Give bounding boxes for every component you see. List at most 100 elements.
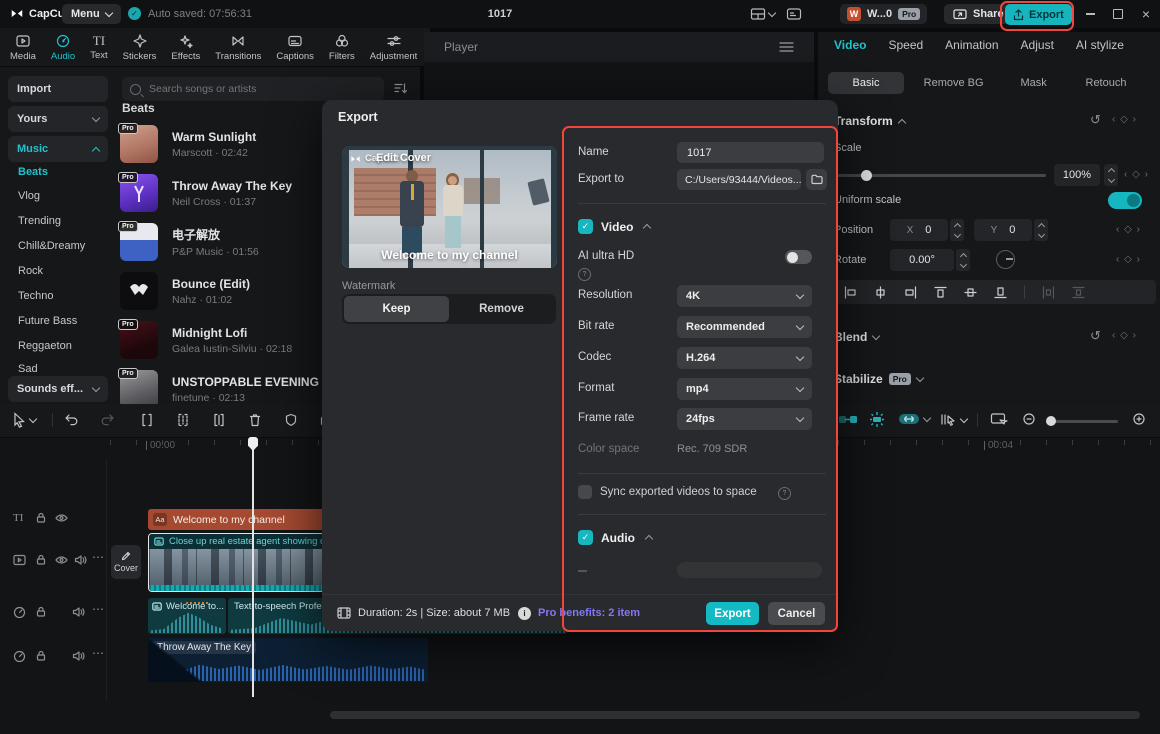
preview-axis-button[interactable] (990, 412, 1008, 427)
export-preview-thumbnail[interactable]: CapCut Edit Cover Welcome to my channel (342, 146, 557, 268)
browse-folder-button[interactable] (806, 169, 827, 190)
timeline-scrollbar[interactable] (330, 711, 1140, 719)
sidebar-item-beats[interactable]: Beats (18, 166, 48, 178)
redo-button[interactable] (100, 413, 115, 427)
tab-ai-stylize[interactable]: AI stylize (1076, 38, 1124, 52)
ribbon-captions[interactable]: Captions (276, 33, 314, 62)
watermark-keep-button[interactable]: Keep (344, 296, 449, 322)
watermark-remove-button[interactable]: Remove (449, 296, 554, 322)
undo-button[interactable] (64, 413, 79, 427)
transform-reset-icon[interactable] (1090, 112, 1101, 128)
lock-icon[interactable] (35, 512, 47, 527)
ribbon-adjustment[interactable]: Adjustment (370, 33, 417, 62)
scale-stepper[interactable] (1104, 164, 1118, 186)
link-clips-button[interactable] (898, 412, 932, 426)
sidebar-item-vlog[interactable]: Vlog (18, 190, 40, 202)
magnetic-snap-button[interactable] (838, 412, 858, 427)
lock-icon[interactable] (35, 606, 47, 621)
ribbon-stickers[interactable]: Stickers (123, 33, 156, 62)
mask-tool-button[interactable] (284, 413, 298, 427)
uniform-scale-toggle[interactable] (1108, 192, 1142, 209)
player-menu-icon[interactable] (779, 41, 794, 53)
export-path-field[interactable]: C:/Users/93444/Videos... (677, 169, 801, 190)
ribbon-transitions[interactable]: Transitions (215, 33, 261, 62)
sidebar-item-future-bass[interactable]: Future Bass (18, 315, 77, 327)
sort-icon[interactable] (394, 82, 408, 98)
maximize-button[interactable] (1110, 6, 1126, 22)
audio-clip-tts-1[interactable]: Welcome to... (148, 598, 226, 634)
zoom-in-button[interactable] (1132, 412, 1147, 427)
collapse-icon[interactable] (642, 223, 652, 233)
tab-speed[interactable]: Speed (888, 38, 923, 52)
ribbon-effects[interactable]: Effects (171, 33, 200, 62)
align-right-icon[interactable] (904, 285, 917, 299)
ribbon-audio[interactable]: Audio (51, 33, 75, 62)
eye-icon[interactable] (55, 512, 68, 527)
tab-adjust[interactable]: Adjust (1021, 38, 1054, 52)
sync-checkbox[interactable] (578, 485, 592, 499)
distribute-horizontal-icon[interactable] (1042, 285, 1055, 299)
bitrate-dropdown[interactable]: Recommended (677, 316, 812, 338)
audio-clip-music[interactable]: Throw Away The Key (148, 638, 428, 682)
name-input[interactable]: 1017 (677, 142, 824, 163)
workspace-button[interactable]: W W...0 Pro (840, 4, 928, 24)
sidebar-item-sad[interactable]: Sad (18, 363, 38, 375)
rotate-value[interactable]: 0.00° (890, 249, 954, 271)
edit-cover-button[interactable]: Edit Cover (376, 152, 431, 164)
lock-icon[interactable] (35, 650, 47, 665)
align-center-horizontal-icon[interactable] (874, 285, 887, 299)
align-top-icon[interactable] (934, 286, 947, 299)
position-x-field[interactable]: X0 (890, 219, 948, 241)
rotate-stepper[interactable] (956, 249, 970, 271)
speaker-icon[interactable] (74, 554, 87, 569)
timeline-zoom-handle[interactable] (1046, 416, 1056, 426)
rotate-keyframe-control[interactable] (1116, 254, 1141, 265)
more-options-icon[interactable] (92, 550, 104, 564)
sidebar-import[interactable]: Import (8, 76, 108, 102)
scale-slider-handle[interactable] (861, 170, 872, 181)
align-left-icon[interactable] (844, 285, 857, 299)
tab-video[interactable]: Video (834, 38, 866, 52)
align-center-vertical-icon[interactable] (964, 286, 977, 299)
more-options-icon[interactable] (92, 646, 104, 660)
subtab-mask[interactable]: Mask (1003, 77, 1064, 89)
transform-keyframe-control[interactable] (1112, 114, 1137, 125)
minimize-button[interactable] (1082, 6, 1098, 22)
export-button[interactable]: Export (1005, 4, 1072, 25)
sidebar-yours[interactable]: Yours (8, 106, 108, 132)
sidebar-item-chill-dreamy[interactable]: Chill&Dreamy (18, 240, 85, 252)
timeline-zoom-slider[interactable] (1046, 420, 1118, 423)
position-y-stepper[interactable] (1034, 219, 1048, 241)
layout-switch-button[interactable] (750, 7, 777, 21)
subtab-basic[interactable]: Basic (828, 72, 904, 94)
tab-animation[interactable]: Animation (945, 38, 998, 52)
sidebar-music[interactable]: Music (8, 136, 108, 162)
scale-keyframe-control[interactable] (1124, 169, 1149, 180)
ribbon-media[interactable]: Media (10, 33, 36, 62)
zoom-out-button[interactable] (1022, 412, 1037, 427)
audio-section-checkbox[interactable] (578, 530, 593, 545)
delete-button[interactable] (248, 413, 262, 427)
transform-section-header[interactable]: Transform (834, 114, 906, 128)
cover-button[interactable]: Cover (111, 545, 141, 579)
dialog-cancel-button[interactable]: Cancel (768, 602, 825, 625)
menu-button[interactable]: Menu (62, 4, 121, 24)
blend-section-header[interactable]: Blend (834, 330, 881, 344)
ai-ultra-hd-toggle[interactable] (785, 250, 812, 264)
sidebar-item-trending[interactable]: Trending (18, 215, 61, 227)
framerate-dropdown[interactable]: 24fps (677, 408, 812, 430)
position-x-stepper[interactable] (950, 219, 964, 241)
speaker-icon[interactable] (72, 606, 85, 621)
sync-help-icon[interactable] (778, 487, 791, 500)
stabilize-section-header[interactable]: Stabilize Pro (834, 372, 925, 386)
collapse-icon[interactable] (644, 534, 654, 544)
sidebar-sounds-effects[interactable]: Sounds eff... (8, 376, 108, 402)
ribbon-filters[interactable]: Filters (329, 33, 355, 62)
position-y-field[interactable]: Y0 (974, 219, 1032, 241)
lock-icon[interactable] (35, 554, 47, 569)
select-tool-button[interactable] (12, 412, 38, 428)
delete-left-button[interactable] (176, 413, 190, 427)
sidebar-item-rock[interactable]: Rock (18, 265, 43, 277)
music-search-box[interactable] (122, 77, 384, 101)
format-dropdown[interactable]: mp4 (677, 378, 812, 400)
